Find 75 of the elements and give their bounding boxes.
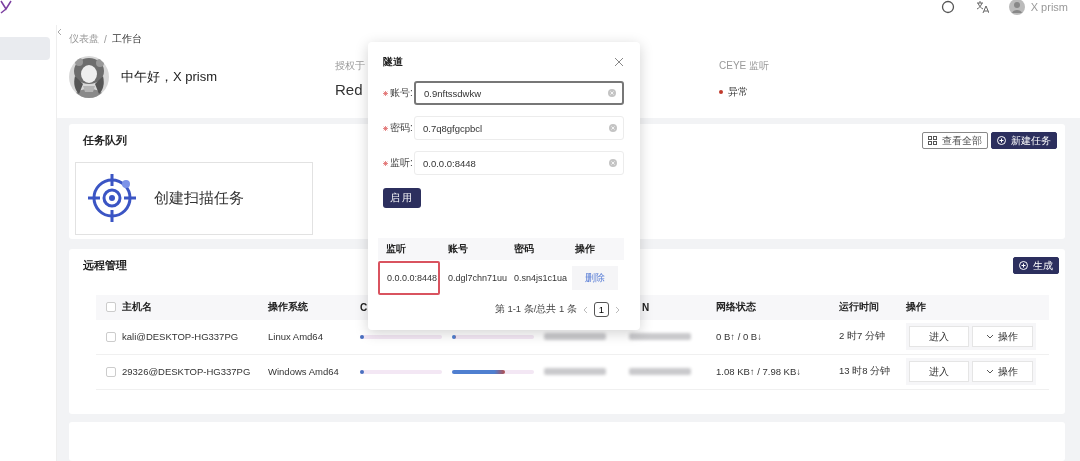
table-cell-text: 29326@DESKTOP-HG337PG: [122, 366, 252, 378]
table-cell-text: 0.dgl7chn71uu: [447, 273, 506, 283]
checkbox[interactable]: [106, 302, 116, 313]
user-name: X prism: [1030, 1, 1068, 13]
redacted-text: [544, 333, 606, 341]
column-header: 操作: [906, 301, 926, 313]
input-field[interactable]: 0.9nftssdwkw: [414, 81, 624, 105]
table-cell-text: Windows Amd64: [268, 366, 340, 378]
clear-icon[interactable]: [608, 89, 616, 97]
help-icon[interactable]: [940, 0, 955, 14]
table-cell-text: 13 时8 分钟: [839, 365, 892, 379]
table-cell-text: 0.sn4js1c1ua: [513, 273, 567, 283]
table-cell-text: Linux Amd64: [268, 331, 324, 343]
field-label: 账号:: [390, 86, 413, 100]
checkbox[interactable]: [106, 366, 116, 377]
enable-button[interactable]: 启用: [383, 188, 421, 208]
table-cell-text: kali@DESKTOP-HG337PG: [122, 331, 240, 343]
add-circle-icon: [997, 136, 1006, 146]
breadcrumb-item[interactable]: 工作台: [111, 32, 142, 46]
table-cell-text: 2 时7 分钟: [839, 330, 886, 344]
card-title: 任务队列: [83, 133, 127, 149]
license-value: Red: [335, 81, 363, 98]
column-header: 监听: [385, 242, 407, 256]
clear-icon[interactable]: [609, 159, 617, 167]
field-label: 监听:: [390, 156, 413, 170]
page-button[interactable]: 1: [594, 302, 609, 317]
collapse-icon[interactable]: [57, 28, 62, 36]
column-header: 操作: [574, 242, 596, 256]
input-field[interactable]: 0.7q8gfgcpbcl: [414, 116, 624, 140]
column-header: 操作系统: [268, 301, 308, 313]
actions-dropdown[interactable]: 操作: [971, 361, 1033, 383]
column-header: 账号: [447, 242, 469, 256]
column-header: N: [641, 301, 650, 313]
new-task-button[interactable]: 新建任务: [991, 132, 1057, 150]
ceye-label: CEYE 监听: [719, 59, 769, 73]
checkbox[interactable]: [106, 331, 116, 342]
dialog-title: 隧道: [383, 55, 403, 69]
generate-button[interactable]: 生成: [1013, 257, 1059, 275]
breadcrumb-separator: /: [104, 33, 107, 45]
clear-icon[interactable]: [609, 124, 617, 132]
status-text: 异常: [728, 85, 748, 99]
table-cell: 0.0.0.0:8448: [378, 261, 440, 295]
redacted-text: [629, 368, 691, 376]
table-cell-text: 1.08 KB↑ / 7.98 KB↓: [716, 366, 803, 378]
input-field[interactable]: 0.0.0.0:8448: [414, 151, 624, 175]
redacted-text: [544, 368, 606, 376]
column-header: C: [360, 301, 368, 313]
translate-icon[interactable]: [974, 0, 989, 14]
column-header: 主机名: [122, 301, 152, 313]
enter-button[interactable]: 进入: [909, 326, 969, 348]
chevron-right-icon[interactable]: [615, 305, 620, 314]
delete-button[interactable]: 删除: [572, 266, 618, 290]
column-header: 运行时间: [839, 301, 879, 313]
table-cell-text: 0 B↑ / 0 B↓: [716, 331, 763, 343]
chevron-left-icon[interactable]: [583, 305, 588, 314]
actions-dropdown[interactable]: 操作: [971, 326, 1033, 348]
target-icon: [86, 172, 138, 225]
create-scan-task-card[interactable]: 创建扫描任务: [75, 161, 313, 235]
add-circle-icon: [1019, 261, 1028, 271]
chevron-down-icon: [986, 368, 995, 376]
column-header: 网络状态: [716, 301, 756, 313]
pagination-summary: 第 1-1 条/总共 1 条: [494, 303, 577, 316]
chevron-down-icon: [986, 333, 995, 341]
view-all-button[interactable]: 查看全部: [922, 132, 988, 150]
license-label: 授权于: [335, 59, 365, 73]
column-header: 密码: [513, 242, 535, 256]
logo-icon: [0, 0, 12, 15]
enter-button[interactable]: 进入: [909, 361, 969, 383]
redacted-text: [629, 333, 691, 341]
avatar-icon[interactable]: [1008, 0, 1025, 15]
grid-icon: [928, 136, 937, 146]
card-title: 远程管理: [83, 258, 127, 274]
greeting: 中午好，X prism: [121, 68, 218, 86]
close-icon[interactable]: [614, 57, 624, 67]
field-label: 密码:: [390, 121, 413, 135]
